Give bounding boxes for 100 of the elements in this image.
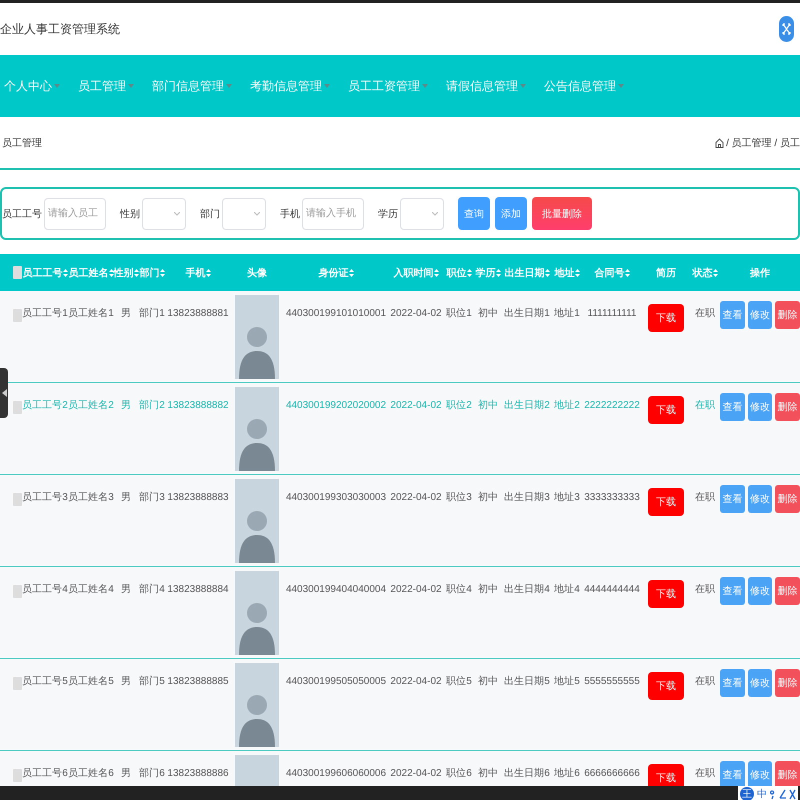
column-header[interactable]: 出生日期 <box>504 266 544 280</box>
action-button[interactable]: 修改 <box>748 393 772 421</box>
column-header[interactable]: 职位 <box>446 266 466 280</box>
sort-icon[interactable] <box>348 268 354 276</box>
nav-menu-item[interactable]: 公告信息管理 <box>544 78 624 94</box>
download-button[interactable]: 下载 <box>648 396 684 424</box>
logo-icon[interactable] <box>779 16 794 42</box>
chevron-icon <box>174 212 180 216</box>
sort-icon[interactable] <box>62 268 68 276</box>
download-button[interactable]: 下载 <box>648 488 684 516</box>
action-button[interactable]: 删除 <box>775 393 800 421</box>
action-button[interactable]: 删除 <box>775 577 800 605</box>
table-cell: 男 <box>121 492 131 504</box>
table-cell: 地址1 <box>554 308 580 320</box>
action-button[interactable]: 查看 <box>720 393 745 421</box>
row-checkbox[interactable] <box>13 585 22 598</box>
column-header[interactable]: 合同号 <box>594 266 624 280</box>
table-cell: 2022-04-02 <box>390 584 442 596</box>
action-button[interactable]: 删除 <box>775 761 800 786</box>
sort-icon[interactable] <box>574 268 580 276</box>
action-button[interactable]: 查看 <box>720 301 745 329</box>
filter-select[interactable] <box>400 198 444 230</box>
download-button[interactable]: 下载 <box>648 580 684 608</box>
table-cell: 部门6 <box>139 768 165 780</box>
table-cell: 13823888883 <box>167 492 229 504</box>
nav-menu-item[interactable]: 员工工资管理 <box>348 78 428 94</box>
table-cell: 2022-04-02 <box>390 768 442 780</box>
table-cell: 员工姓名4 <box>68 584 114 596</box>
action-button[interactable]: 查看 <box>720 485 745 513</box>
column-header[interactable]: 性别 <box>114 266 134 280</box>
ime-text[interactable]: 中 <box>757 787 767 800</box>
sort-icon[interactable] <box>160 268 164 276</box>
sort-icon[interactable] <box>134 268 138 276</box>
table-cell: 员工姓名3 <box>68 492 114 504</box>
action-button[interactable]: 查看 <box>720 669 745 697</box>
ime-tools-icon[interactable] <box>770 788 796 800</box>
filter-button[interactable]: 批量删除 <box>532 197 592 230</box>
dropdown-icon <box>128 84 134 88</box>
table-cell: 男 <box>121 584 131 596</box>
filter-button[interactable]: 查询 <box>458 197 490 230</box>
action-button[interactable]: 查看 <box>720 761 745 786</box>
filter-select[interactable] <box>142 198 186 230</box>
sort-icon[interactable] <box>544 268 550 276</box>
table-cell: 5555555555 <box>584 676 640 688</box>
sort-icon[interactable] <box>434 268 438 276</box>
sort-icon[interactable] <box>108 268 114 276</box>
column-header[interactable]: 状态 <box>692 266 712 280</box>
column-header[interactable]: 学历 <box>476 266 496 280</box>
column-header[interactable]: 员工姓名 <box>68 266 108 280</box>
table-cell: 员工姓名1 <box>68 308 114 320</box>
download-button[interactable]: 下载 <box>648 672 684 700</box>
nav-menu-item[interactable]: 请假信息管理 <box>446 78 526 94</box>
ime-text[interactable]: 王 <box>740 787 754 800</box>
select-all-checkbox[interactable] <box>13 266 22 279</box>
filter-input[interactable]: 请输入手机 <box>302 198 364 230</box>
nav-menu-item[interactable]: 员工管理 <box>78 78 134 94</box>
sort-icon[interactable] <box>466 268 472 276</box>
action-button[interactable]: 删除 <box>775 301 800 329</box>
row-checkbox[interactable] <box>13 493 22 506</box>
row-checkbox[interactable] <box>13 769 22 782</box>
action-button[interactable]: 修改 <box>748 761 772 786</box>
filter-input[interactable]: 请输入员工 <box>44 198 106 230</box>
column-header[interactable]: 部门 <box>140 266 160 280</box>
action-button[interactable]: 修改 <box>748 577 772 605</box>
column-header[interactable]: 员工工号 <box>22 266 62 280</box>
action-button[interactable]: 删除 <box>775 485 800 513</box>
column-header[interactable]: 入职时间 <box>394 266 434 280</box>
column-header: 简历 <box>656 266 676 280</box>
column-header[interactable]: 手机 <box>186 266 206 280</box>
action-button[interactable]: 修改 <box>748 301 772 329</box>
nav-menu-item[interactable]: 个人中心 <box>4 78 60 94</box>
status-cell: 在职 <box>695 308 715 320</box>
table-cell: 出生日期6 <box>504 768 550 780</box>
sort-icon[interactable] <box>624 268 630 276</box>
action-button[interactable]: 修改 <box>748 485 772 513</box>
action-button[interactable]: 删除 <box>775 669 800 697</box>
sort-icon[interactable] <box>206 268 210 276</box>
column-header[interactable]: 身份证 <box>318 266 348 280</box>
action-button[interactable]: 查看 <box>720 577 745 605</box>
collapse-handle[interactable] <box>0 368 8 418</box>
download-button[interactable]: 下载 <box>648 764 684 786</box>
filter-label: 部门 <box>200 208 220 220</box>
filter-button[interactable]: 添加 <box>495 197 527 230</box>
row-checkbox[interactable] <box>13 309 22 322</box>
row-checkbox[interactable] <box>13 677 22 690</box>
nav-menu-item[interactable]: 部门信息管理 <box>152 78 232 94</box>
filter-label: 手机 <box>280 208 300 220</box>
action-button[interactable]: 修改 <box>748 669 772 697</box>
home-icon[interactable] <box>715 138 724 148</box>
table-cell: 职位3 <box>446 492 472 504</box>
row-checkbox[interactable] <box>13 401 22 414</box>
filter-select[interactable] <box>222 198 266 230</box>
download-button[interactable]: 下载 <box>648 304 684 332</box>
sort-icon[interactable] <box>496 268 500 276</box>
status-cell: 在职 <box>695 676 715 688</box>
nav-menu-item[interactable]: 考勤信息管理 <box>250 78 330 94</box>
sort-icon[interactable] <box>712 268 718 276</box>
table-cell: 职位5 <box>446 676 472 688</box>
table-cell: 13823888884 <box>167 584 229 596</box>
column-header[interactable]: 地址 <box>554 266 574 280</box>
